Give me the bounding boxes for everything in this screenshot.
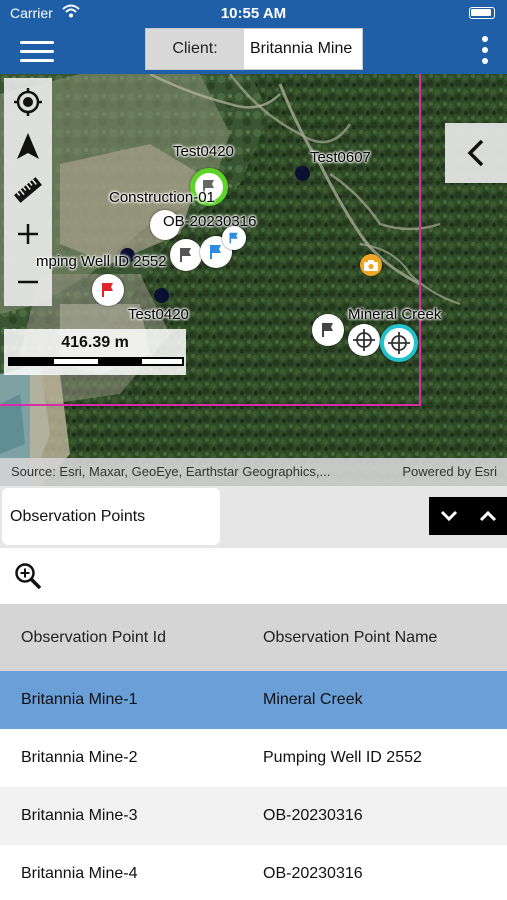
table-row[interactable]: Britannia Mine-1 Mineral Creek [0,671,507,729]
observation-points-table: Observation Point Id Observation Point N… [0,604,507,900]
cell-name: Mineral Creek [263,691,363,708]
layer-selector-row: Observation Points [0,486,507,548]
camera-icon [364,259,378,271]
flag-icon [229,232,238,244]
scale-text: 416.39 m [61,334,129,351]
map-label: Test0607 [310,149,371,166]
camera-marker-icon[interactable] [360,254,382,276]
cell-name: Pumping Well ID 2552 [263,749,422,766]
map-marker-ob-grey[interactable] [170,239,202,271]
map-attribution: Source: Esri, Maxar, GeoEye, Earthstar G… [0,458,507,486]
client-label: Client: [146,29,244,69]
flag-icon [102,283,113,297]
cell-id: Britannia Mine-2 [21,749,138,766]
map-marker-mineral-creek-selected[interactable] [380,324,418,362]
cell-id: Britannia Mine-3 [21,807,138,824]
attribution-powered-by: Powered by Esri [402,464,497,479]
table-row[interactable]: Britannia Mine-4 OB-20230316 [0,845,507,900]
layer-select[interactable]: Observation Points [2,488,220,545]
column-header-id[interactable]: Observation Point Id [21,629,166,647]
table-row[interactable]: Britannia Mine-3 OB-20230316 [0,787,507,845]
collapse-panel-button[interactable] [445,123,507,183]
client-value[interactable]: Britannia Mine [244,29,362,69]
compass-icon[interactable] [4,124,52,168]
measure-icon[interactable] [4,168,52,212]
column-header-name[interactable]: Observation Point Name [263,629,437,647]
zoom-to-selection-icon[interactable] [14,562,42,590]
cell-name: OB-20230316 [263,807,363,824]
crosshair-icon [388,332,410,354]
cell-name: OB-20230316 [263,865,363,882]
app-screen: Carrier 10:55 AM Client: Britannia Mine [0,0,507,900]
menu-icon[interactable] [20,39,54,63]
flag-icon [322,323,333,337]
chevron-up-icon[interactable] [468,497,507,535]
map-label: Test0420 [128,306,189,323]
map-marker-test0607[interactable] [295,166,310,181]
app-header: Client: Britannia Mine [0,28,507,74]
cell-id: Britannia Mine-4 [21,865,138,882]
zoom-in-icon[interactable] [4,212,52,256]
scale-ruler [8,357,184,366]
zoom-to-row [0,548,507,604]
crosshair-icon [353,329,375,351]
chevron-down-icon[interactable] [429,497,468,535]
map-label: mping Well ID 2552 [36,253,167,270]
table-row[interactable]: Britannia Mine-2 Pumping Well ID 2552 [0,729,507,787]
scale-bar: 416.39 m [4,329,186,375]
attribution-source: Source: Esri, Maxar, GeoEye, Earthstar G… [11,464,331,479]
map-marker-pumping-well[interactable] [92,274,124,306]
chevron-left-icon [467,139,484,167]
map-marker-flag[interactable] [312,314,344,346]
battery-icon [469,7,495,19]
flag-icon [180,248,191,262]
flag-icon [210,245,221,259]
map-marker-test0420-dot[interactable] [154,288,169,303]
more-options-icon[interactable] [481,36,489,64]
map-label: Mineral Creek [348,306,442,323]
satellite-imagery [0,74,507,486]
cell-id: Britannia Mine-1 [21,691,138,708]
map-toolbar [4,78,52,306]
map-label: Test0420 [173,143,234,160]
clock: 10:55 AM [220,5,287,22]
map-label: OB-20230316 [163,213,257,230]
locate-me-icon[interactable] [4,80,52,124]
status-bar: Carrier 10:55 AM [0,0,507,28]
record-navigation [429,497,507,535]
map-view[interactable]: 416.39 m Test0420 Test0607 Construction-… [0,74,507,486]
map-label: Construction-01 [109,189,215,206]
map-marker-crosshair[interactable] [348,324,380,356]
table-header: Observation Point Id Observation Point N… [0,604,507,671]
client-selector[interactable]: Client: Britannia Mine [145,28,363,70]
